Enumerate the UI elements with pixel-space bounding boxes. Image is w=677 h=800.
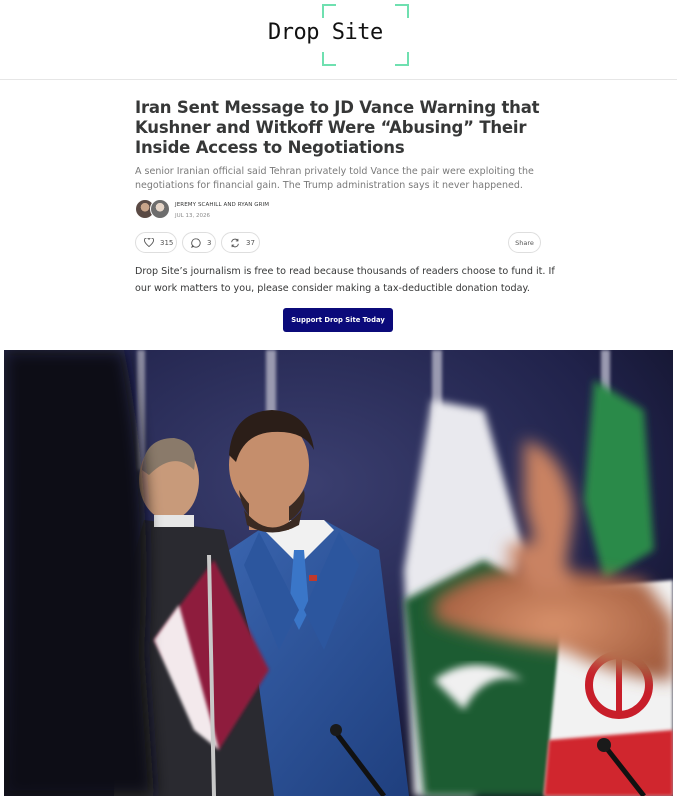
logo-bracket-icon — [395, 52, 409, 66]
author-avatar[interactable] — [150, 199, 170, 219]
like-count: 315 — [160, 238, 174, 247]
article-subtitle: A senior Iranian official said Tehran pr… — [135, 166, 534, 191]
logo-bracket-icon — [322, 4, 336, 18]
heart-icon — [144, 238, 154, 247]
hero-photo-image — [4, 350, 673, 796]
comment-button[interactable]: 3 — [182, 232, 216, 253]
donation-message: Drop Site’s journalism is free to read b… — [135, 266, 555, 294]
author-names[interactable]: JEREMY SCAHILL AND RYAN GRIM — [175, 202, 269, 208]
like-button[interactable]: 315 — [135, 232, 177, 253]
site-header: Drop Site — [0, 0, 677, 80]
logo-text: Drop Site — [268, 20, 383, 45]
support-button[interactable]: Support Drop Site Today — [283, 308, 393, 332]
comment-count: 3 — [207, 238, 212, 247]
restack-count: 37 — [246, 238, 255, 247]
article-hero-photo — [4, 350, 673, 796]
site-logo[interactable]: Drop Site — [268, 4, 410, 66]
share-button[interactable]: Share — [508, 232, 541, 253]
logo-bracket-icon — [322, 52, 336, 66]
publish-date: JUL 13, 2026 — [175, 213, 210, 219]
logo-bracket-icon — [395, 4, 409, 18]
restack-icon — [231, 238, 239, 247]
article-title: Iran Sent Message to JD Vance Warning th… — [135, 98, 540, 157]
restack-button[interactable]: 37 — [221, 232, 260, 253]
comment-icon — [191, 237, 201, 248]
